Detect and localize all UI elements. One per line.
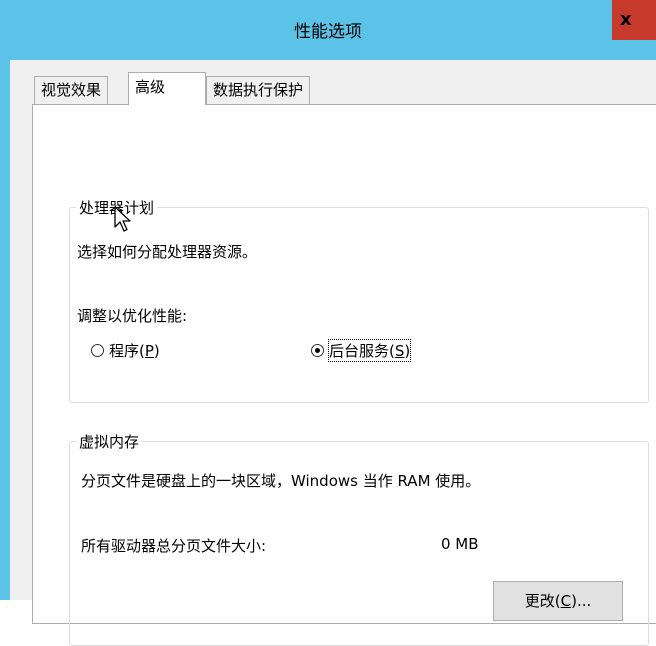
radio-background-services-label[interactable]: 后台服务(S) bbox=[327, 339, 412, 362]
processor-description: 选择如何分配处理器资源。 bbox=[77, 243, 258, 261]
window-title: 性能选项 bbox=[294, 22, 362, 42]
radio-programs[interactable] bbox=[91, 344, 104, 357]
mouse-cursor-icon bbox=[114, 206, 131, 232]
virtual-memory-description: 分页文件是硬盘上的一块区域，Windows 当作 RAM 使用。 bbox=[81, 472, 481, 490]
radio-selected-dot bbox=[315, 348, 320, 353]
adjust-label: 调整以优化性能: bbox=[77, 307, 188, 325]
radio-programs-label[interactable]: 程序(P) bbox=[109, 340, 160, 361]
dialog-client: 视觉效果 高级 数据执行保护 处理器计划 选择如何分配处理器资源。 调整以优化性… bbox=[10, 60, 656, 646]
radio-background-services[interactable] bbox=[311, 344, 324, 357]
change-button[interactable]: 更改(C)... bbox=[493, 581, 623, 621]
tab-dep[interactable]: 数据执行保护 bbox=[206, 76, 311, 104]
tab-advanced[interactable]: 高级 bbox=[128, 72, 206, 105]
title-bar: 性能选项 x bbox=[0, 0, 656, 60]
paging-total-label: 所有驱动器总分页文件大小: bbox=[81, 537, 267, 555]
window-border bbox=[0, 60, 10, 600]
tab-panel-advanced: 处理器计划 选择如何分配处理器资源。 调整以优化性能: 程序(P) 后台服务(S… bbox=[32, 104, 656, 646]
tab-visual-effects[interactable]: 视觉效果 bbox=[34, 76, 109, 104]
virtual-memory-group-title: 虚拟内存 bbox=[76, 431, 143, 452]
close-button[interactable]: x bbox=[612, 0, 656, 40]
paging-total-value: 0 MB bbox=[441, 535, 479, 553]
close-icon: x bbox=[620, 9, 632, 30]
